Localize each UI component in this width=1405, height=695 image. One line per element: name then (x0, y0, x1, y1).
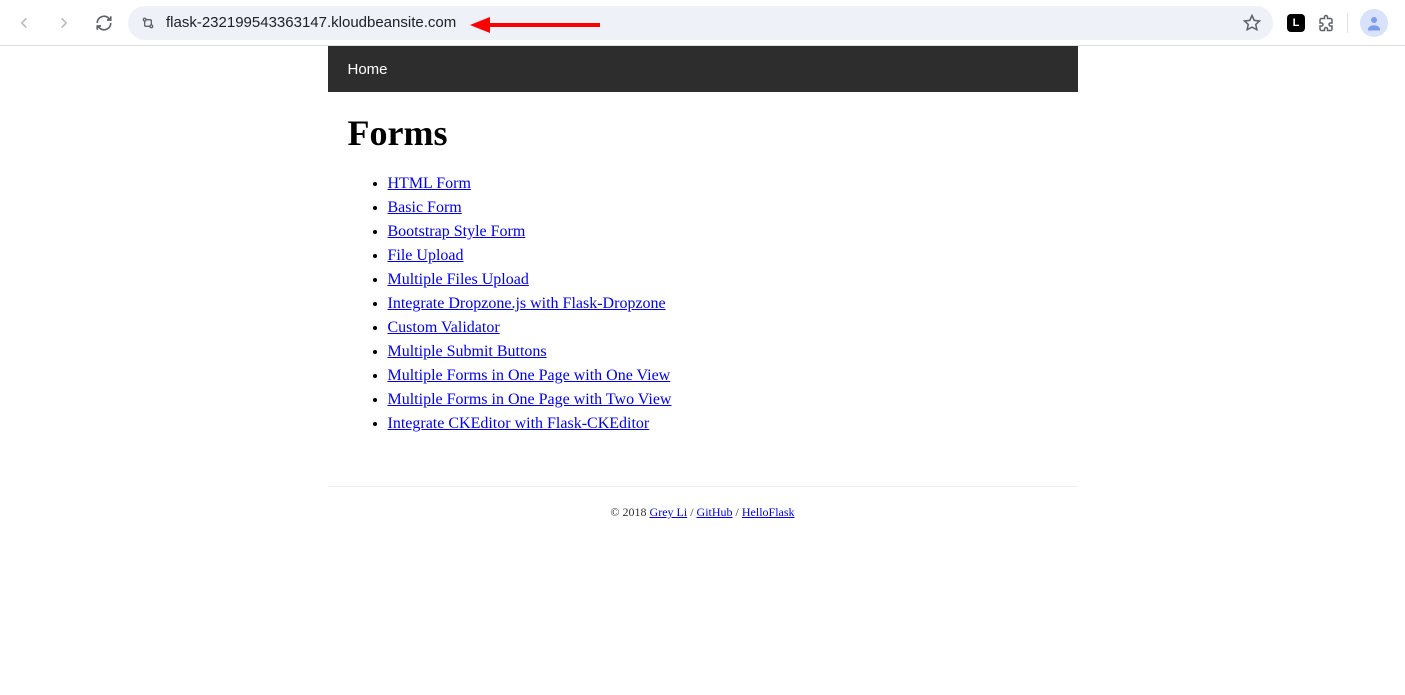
list-item: HTML Form (388, 172, 1058, 196)
link-multiple-files[interactable]: Multiple Files Upload (388, 271, 529, 288)
browser-toolbar: flask-232199543363147.kloudbeansite.com … (0, 0, 1405, 46)
address-bar[interactable]: flask-232199543363147.kloudbeansite.com (128, 6, 1273, 40)
footer-author-link[interactable]: Grey Li (650, 505, 688, 519)
list-item: Multiple Forms in One Page with Two View (388, 388, 1058, 412)
extensions-puzzle-icon[interactable] (1317, 14, 1335, 32)
list-item: Multiple Files Upload (388, 268, 1058, 292)
reload-button[interactable] (88, 7, 120, 39)
list-item: Integrate Dropzone.js with Flask-Dropzon… (388, 292, 1058, 316)
list-item: Multiple Forms in One Page with One View (388, 364, 1058, 388)
link-multiple-submit[interactable]: Multiple Submit Buttons (388, 343, 547, 360)
site-navbar: Home (328, 46, 1078, 92)
page-content: Home Forms HTML Form Basic Form Bootstra… (328, 46, 1078, 538)
forward-button[interactable] (48, 7, 80, 39)
footer-github-link[interactable]: GitHub (697, 505, 733, 519)
nav-home-link[interactable]: Home (348, 61, 388, 78)
forms-list: HTML Form Basic Form Bootstrap Style For… (348, 172, 1058, 436)
link-multi-forms-two-view[interactable]: Multiple Forms in One Page with Two View (388, 391, 672, 408)
list-item: File Upload (388, 244, 1058, 268)
link-basic-form[interactable]: Basic Form (388, 199, 462, 216)
link-ckeditor[interactable]: Integrate CKEditor with Flask-CKEditor (388, 415, 650, 432)
link-html-form[interactable]: HTML Form (388, 175, 471, 192)
site-info-icon[interactable] (140, 15, 156, 31)
back-button[interactable] (8, 7, 40, 39)
toolbar-right: L (1281, 9, 1394, 37)
extension-icon[interactable]: L (1287, 14, 1305, 32)
list-item: Custom Validator (388, 316, 1058, 340)
list-item: Multiple Submit Buttons (388, 340, 1058, 364)
bookmark-star-icon[interactable] (1243, 14, 1261, 32)
link-custom-validator[interactable]: Custom Validator (388, 319, 500, 336)
page-footer: © 2018 Grey Li / GitHub / HelloFlask (328, 486, 1078, 538)
list-item: Bootstrap Style Form (388, 220, 1058, 244)
link-bootstrap-form[interactable]: Bootstrap Style Form (388, 223, 526, 240)
copyright-text: © 2018 (610, 505, 649, 519)
profile-avatar[interactable] (1360, 9, 1388, 37)
page-heading: Forms (348, 112, 1058, 154)
list-item: Basic Form (388, 196, 1058, 220)
url-text: flask-232199543363147.kloudbeansite.com (166, 14, 1233, 31)
link-file-upload[interactable]: File Upload (388, 247, 464, 264)
list-item: Integrate CKEditor with Flask-CKEditor (388, 412, 1058, 436)
toolbar-divider (1347, 13, 1348, 33)
link-dropzone[interactable]: Integrate Dropzone.js with Flask-Dropzon… (388, 295, 666, 312)
link-multi-forms-one-view[interactable]: Multiple Forms in One Page with One View (388, 367, 671, 384)
footer-helloflask-link[interactable]: HelloFlask (742, 505, 795, 519)
